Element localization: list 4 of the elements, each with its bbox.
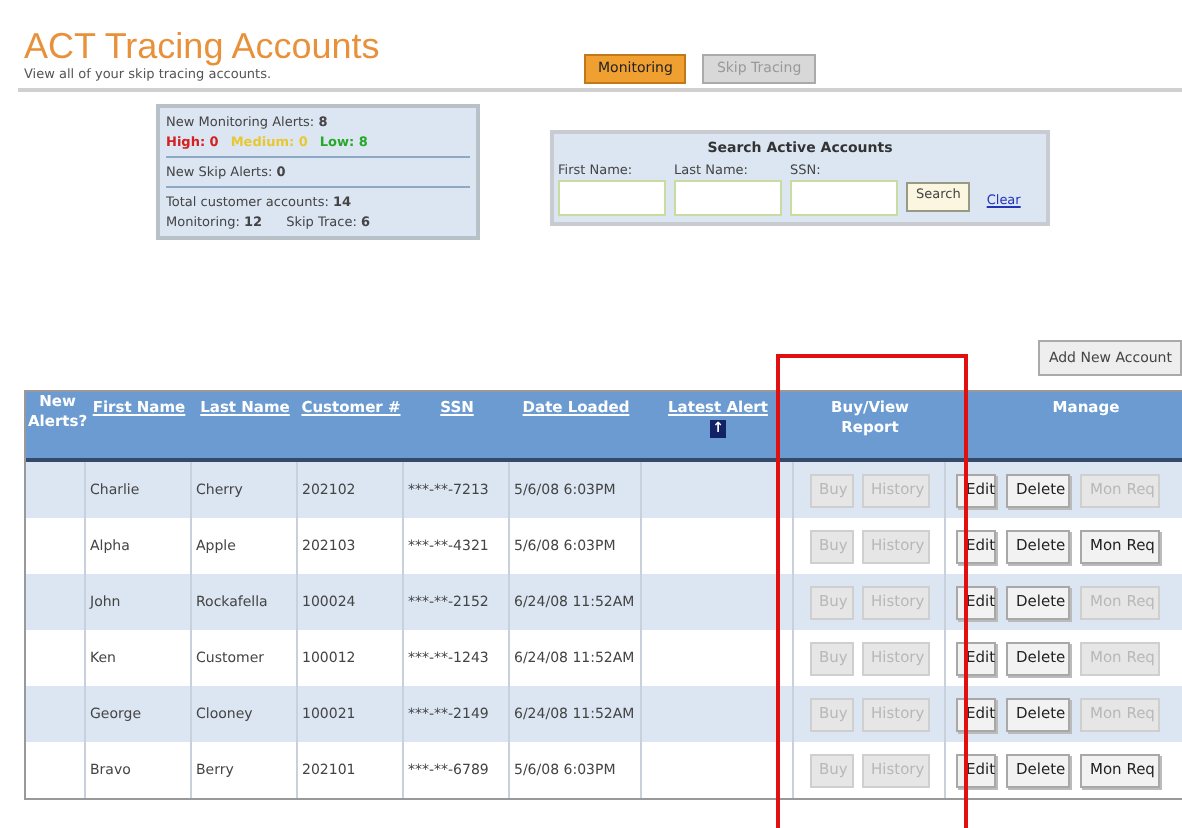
search-field[interactable] bbox=[558, 179, 666, 215]
search-field[interactable] bbox=[790, 179, 898, 215]
page-title: ACT Tracing Accounts bbox=[24, 26, 382, 66]
search-field[interactable] bbox=[674, 179, 782, 215]
